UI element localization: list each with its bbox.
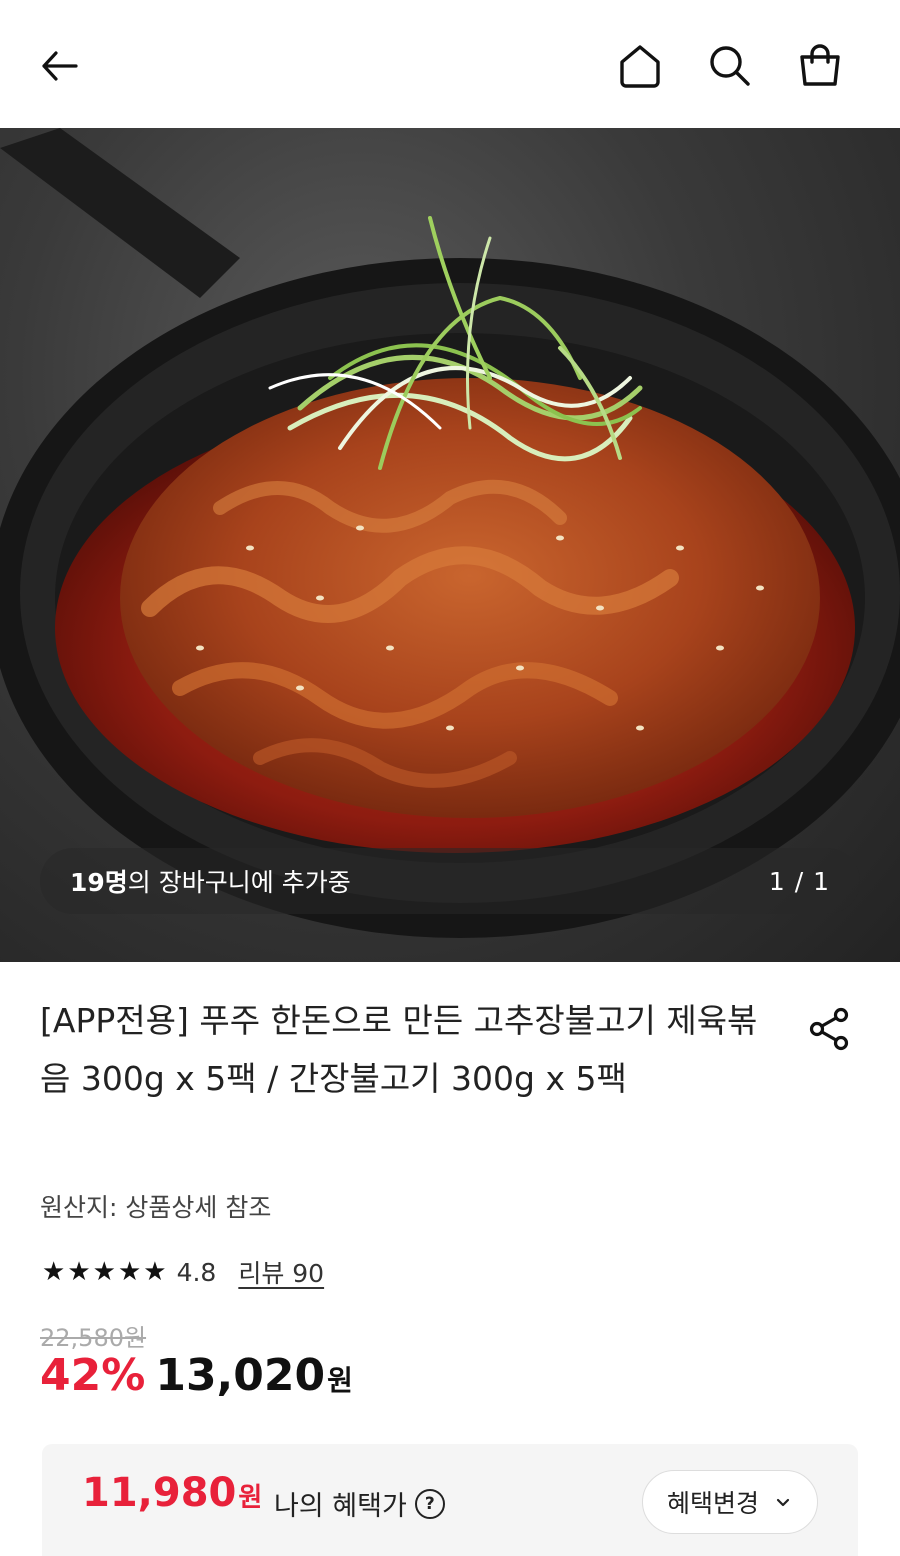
search-icon bbox=[710, 46, 750, 86]
product-photo bbox=[0, 128, 900, 938]
question-circle-icon[interactable]: ? bbox=[414, 1488, 445, 1519]
benefit-label: 나의 혜택가 ? bbox=[274, 1484, 445, 1523]
chevron-down-icon bbox=[776, 1498, 790, 1507]
benefit-price-value: 11,980 bbox=[82, 1470, 237, 1516]
original-price: 22,580원 bbox=[40, 1324, 147, 1352]
price-unit: 원 bbox=[327, 1364, 353, 1397]
rating-score: 4.8 bbox=[176, 1257, 217, 1287]
back-button[interactable] bbox=[30, 36, 90, 96]
top-nav-bar bbox=[0, 0, 900, 128]
star-rating: ★ ★ ★ ★ ★ bbox=[42, 1259, 167, 1285]
search-button[interactable] bbox=[700, 36, 760, 96]
benefit-price: 11,980 원 bbox=[82, 1470, 262, 1516]
change-benefit-label: 혜택변경 bbox=[666, 1489, 759, 1518]
home-button[interactable] bbox=[610, 36, 670, 96]
home-icon bbox=[620, 45, 660, 88]
origin-info: 원산지: 상품상세 참조 bbox=[40, 1193, 272, 1222]
review-link[interactable]: 리뷰 90 bbox=[238, 1254, 324, 1290]
star-icon: ★ bbox=[67, 1257, 91, 1287]
star-icon: ★ bbox=[42, 1257, 66, 1287]
rating-row: ★ ★ ★ ★ ★ 4.8 리뷰 90 bbox=[42, 1254, 324, 1290]
image-counter: 1 / 1 bbox=[768, 866, 830, 896]
star-icon: ★ bbox=[143, 1257, 167, 1287]
product-image-carousel[interactable]: 19명 의 장바구니에 추가중 1 / 1 bbox=[0, 128, 900, 962]
share-icon bbox=[809, 1007, 849, 1051]
price-row: 42% 13,020 원 bbox=[40, 1350, 353, 1401]
product-title: [APP전용] 푸주 한돈으로 만든 고추장불고기 제육볶음 300g x 5팩… bbox=[40, 1001, 758, 1098]
benefit-price-box: 11,980 원 나의 혜택가 ? 혜택변경 bbox=[42, 1444, 858, 1556]
shopping-bag-icon bbox=[800, 44, 840, 86]
star-icon: ★ bbox=[92, 1257, 116, 1287]
cart-button[interactable] bbox=[790, 36, 850, 96]
cart-activity-text: 의 장바구니에 추가중 bbox=[127, 868, 351, 897]
benefit-price-unit: 원 bbox=[238, 1483, 263, 1513]
star-icon: ★ bbox=[117, 1257, 142, 1287]
arrow-left-icon bbox=[42, 51, 78, 81]
cart-activity-banner: 19명 의 장바구니에 추가중 1 / 1 bbox=[40, 848, 860, 914]
product-info-section: [APP전용] 푸주 한돈으로 만든 고추장불고기 제육볶음 300g x 5팩… bbox=[0, 962, 900, 1556]
discount-rate: 42% bbox=[40, 1350, 146, 1401]
benefit-label-text: 나의 혜택가 bbox=[274, 1491, 407, 1522]
change-benefit-button[interactable]: 혜택변경 bbox=[641, 1470, 818, 1534]
cart-user-count: 19명 bbox=[70, 868, 128, 897]
sale-price: 13,020 bbox=[155, 1350, 326, 1401]
share-button[interactable] bbox=[800, 1000, 858, 1058]
